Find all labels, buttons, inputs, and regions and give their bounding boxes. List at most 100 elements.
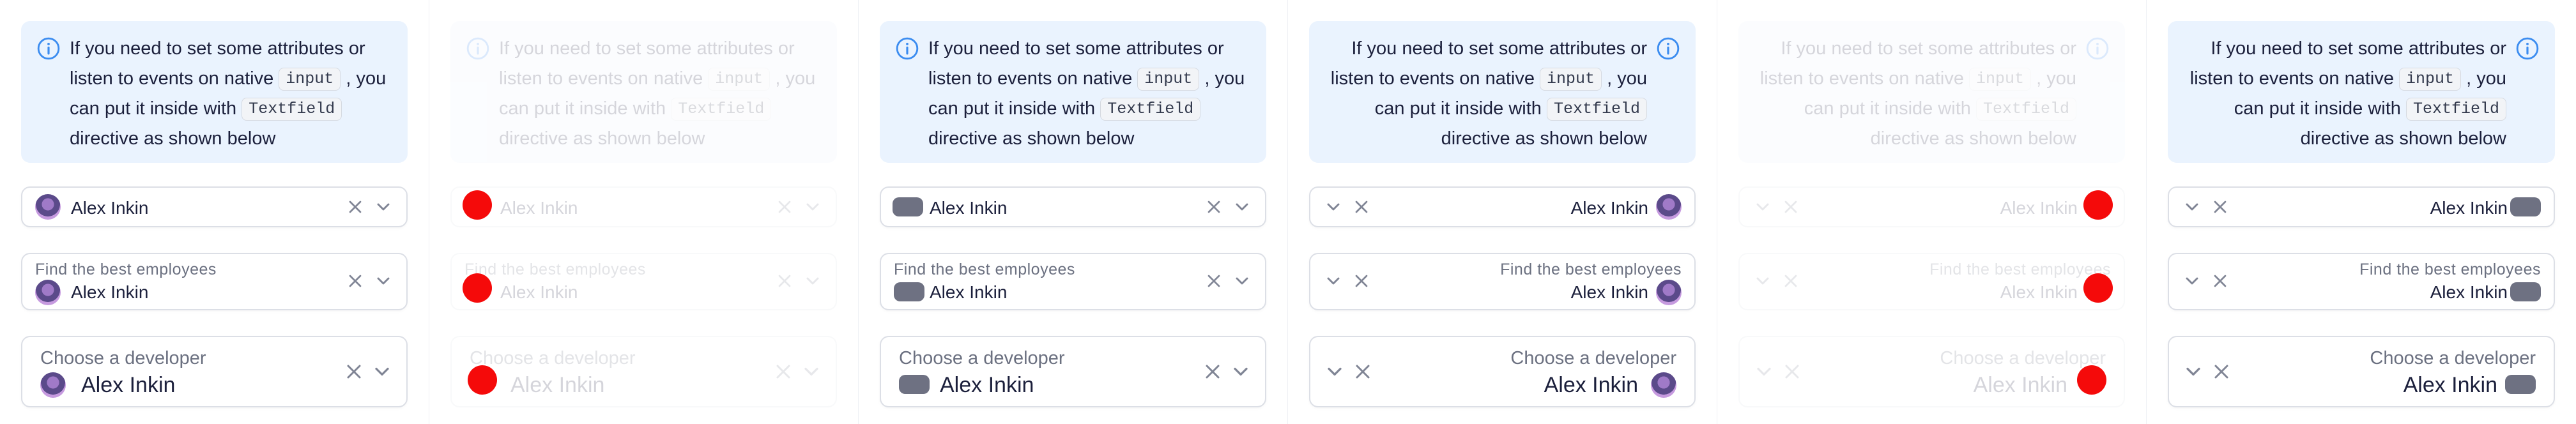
textfield-value[interactable]: Alex Inkin [1544, 373, 1638, 398]
textfield-value[interactable]: Alex Inkin [71, 198, 148, 218]
textfield-small[interactable]: Alex Inkin [450, 186, 837, 227]
textfield-value[interactable]: Alex Inkin [81, 373, 175, 398]
textfield-value[interactable]: Alex Inkin [1571, 282, 1648, 303]
close-icon[interactable] [1781, 360, 1804, 383]
textfield-medium[interactable]: Find the best employees Alex Inkin [1738, 253, 2125, 310]
textfield-value[interactable]: Alex Inkin [510, 373, 604, 398]
chevron-down-icon[interactable] [1323, 271, 1344, 291]
screenshot-strip: If you need to set some attributes or li… [0, 0, 2576, 424]
textfield-value[interactable]: Alex Inkin [2000, 282, 2078, 303]
close-icon[interactable] [1201, 360, 1224, 383]
close-icon[interactable] [2210, 271, 2230, 291]
chevron-down-icon[interactable] [1752, 271, 1773, 291]
textfield-medium[interactable]: Find the best employees Alex Inkin [880, 253, 1266, 310]
close-icon[interactable] [345, 197, 365, 217]
chevron-down-icon[interactable] [371, 360, 394, 383]
chevron-down-icon[interactable] [2182, 360, 2205, 383]
textfield-value[interactable]: Alex Inkin [940, 373, 1034, 398]
red-dot-marker [463, 190, 492, 220]
chevron-down-icon[interactable] [2182, 197, 2202, 217]
badge-pill [2510, 282, 2541, 301]
textfield-value[interactable]: Alex Inkin [930, 282, 1007, 303]
textfield-small[interactable]: Alex Inkin [1738, 186, 2125, 227]
textfield-small[interactable]: Alex Inkin [2168, 186, 2555, 227]
textfield-value[interactable]: Alex Inkin [2430, 198, 2508, 218]
close-icon[interactable] [772, 360, 795, 383]
notification-text: If you need to set some attributes or li… [2183, 34, 2540, 154]
close-icon[interactable] [1204, 197, 1224, 217]
panel-ltr-pill: If you need to set some attributes or li… [859, 0, 1288, 424]
chevron-down-icon[interactable] [1232, 197, 1252, 217]
textfield-large[interactable]: Choose a developer Alex Inkin [2168, 336, 2555, 407]
textfield-large[interactable]: Choose a developer Alex Inkin [21, 336, 408, 407]
avatar [35, 280, 61, 305]
textfield-value[interactable]: Alex Inkin [2000, 198, 2078, 218]
textfield-value[interactable]: Alex Inkin [930, 198, 1007, 218]
avatar [1651, 372, 1676, 398]
textfield-medium[interactable]: Find the best employees Alex Inkin [450, 253, 837, 310]
close-icon[interactable] [345, 271, 365, 291]
notification-text: If you need to set some attributes or li… [466, 34, 822, 154]
close-icon[interactable] [342, 360, 365, 383]
textfield-medium[interactable]: Find the best employees Alex Inkin [2168, 253, 2555, 310]
code-textfield: Textfield [1100, 98, 1201, 121]
chevron-down-icon[interactable] [1752, 360, 1775, 383]
badge-pill [899, 375, 930, 394]
notification: If you need to set some attributes or li… [21, 21, 408, 163]
badge-pill [2505, 375, 2536, 394]
red-dot-marker [2077, 365, 2106, 395]
textfield-value[interactable]: Alex Inkin [2430, 282, 2508, 303]
textfield-value[interactable]: Alex Inkin [2404, 373, 2497, 398]
close-icon[interactable] [2210, 197, 2230, 217]
notification-line: can put it inside with [499, 98, 666, 119]
notification-line: can put it inside with [1804, 98, 1971, 119]
notification: If you need to set some attributes or li… [1309, 21, 1696, 163]
chevron-down-icon[interactable] [1323, 197, 1344, 217]
close-icon[interactable] [1781, 197, 1801, 217]
textfield-value[interactable]: Alex Inkin [500, 198, 578, 218]
textfield-large[interactable]: Choose a developer Alex Inkin [1309, 336, 1696, 407]
textfield-value[interactable]: Alex Inkin [71, 282, 148, 303]
textfield-large[interactable]: Choose a developer Alex Inkin [1738, 336, 2125, 407]
close-icon[interactable] [1351, 360, 1374, 383]
notification-line: can put it inside with [2234, 98, 2401, 119]
textfield-value[interactable]: Alex Inkin [500, 282, 578, 303]
code-textfield: Textfield [671, 98, 772, 121]
close-icon[interactable] [774, 271, 795, 291]
notification: If you need to set some attributes or li… [880, 21, 1266, 163]
info-icon [896, 37, 919, 60]
textfield-small[interactable]: Alex Inkin [21, 186, 408, 227]
chevron-down-icon[interactable] [1229, 360, 1252, 383]
badge-pill [2510, 197, 2541, 216]
notification: If you need to set some attributes or li… [1738, 21, 2125, 163]
textfield-value[interactable]: Alex Inkin [1974, 373, 2067, 398]
chevron-down-icon[interactable] [1232, 271, 1252, 291]
close-icon[interactable] [1351, 197, 1372, 217]
textfield-small[interactable]: Alex Inkin [880, 186, 1266, 227]
close-icon[interactable] [774, 197, 795, 217]
avatar [40, 372, 66, 398]
info-icon [2086, 37, 2109, 60]
chevron-down-icon[interactable] [373, 271, 394, 291]
code-textfield: Textfield [2405, 98, 2506, 121]
close-icon[interactable] [1351, 271, 1372, 291]
textfield-medium[interactable]: Find the best employees Alex Inkin [1309, 253, 1696, 310]
textfield-small[interactable]: Alex Inkin [1309, 186, 1696, 227]
notification-line: , you [2036, 68, 2076, 89]
chevron-down-icon[interactable] [802, 197, 823, 217]
textfield-value[interactable]: Alex Inkin [1571, 198, 1648, 218]
close-icon[interactable] [2210, 360, 2233, 383]
textfield-large[interactable]: Choose a developer Alex Inkin [880, 336, 1266, 407]
close-icon[interactable] [1204, 271, 1224, 291]
chevron-down-icon[interactable] [1752, 197, 1773, 217]
textfield-label: Choose a developer [40, 348, 206, 368]
chevron-down-icon[interactable] [2182, 271, 2202, 291]
chevron-down-icon[interactable] [802, 271, 823, 291]
chevron-down-icon[interactable] [800, 360, 823, 383]
panel-rtl-faded: If you need to set some attributes or li… [1717, 0, 2147, 424]
close-icon[interactable] [1781, 271, 1801, 291]
textfield-medium[interactable]: Find the best employees Alex Inkin [21, 253, 408, 310]
chevron-down-icon[interactable] [373, 197, 394, 217]
textfield-large[interactable]: Choose a developer Alex Inkin [450, 336, 837, 407]
chevron-down-icon[interactable] [1323, 360, 1346, 383]
